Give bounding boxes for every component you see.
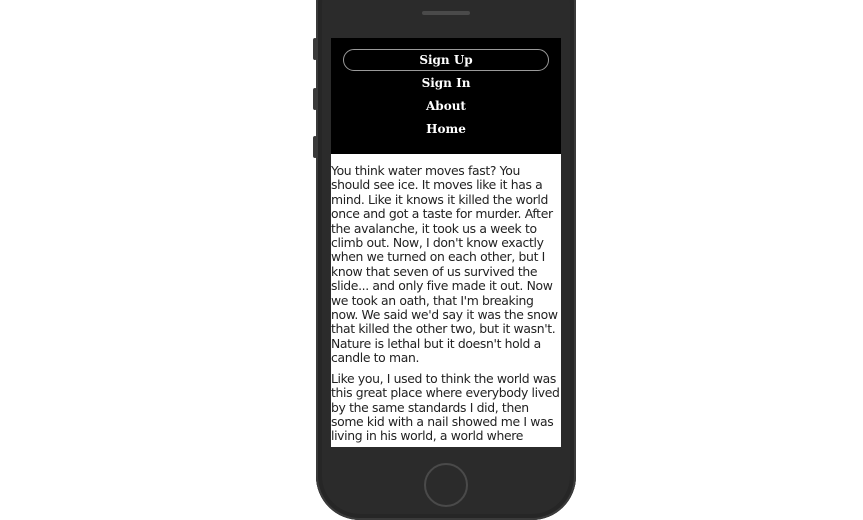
phone-volume-up-button [313, 88, 317, 110]
phone-screen: Sign Up Sign In About Home You think wat… [331, 38, 561, 447]
phone-volume-down-button [313, 136, 317, 158]
phone-home-button [424, 463, 468, 507]
nav-sign-in[interactable]: Sign In [343, 72, 549, 94]
paragraph: Like you, I used to think the world was … [331, 370, 560, 444]
nav-sign-up[interactable]: Sign Up [343, 49, 549, 71]
nav-about[interactable]: About [343, 95, 549, 117]
nav-menu: Sign Up Sign In About Home [331, 38, 561, 154]
phone-speaker [422, 11, 470, 15]
phone-side-button [313, 38, 317, 60]
phone-mockup: Sign Up Sign In About Home You think wat… [313, 0, 576, 520]
article-body: You think water moves fast? You should s… [331, 163, 561, 447]
paragraph: You think water moves fast? You should s… [331, 163, 558, 366]
nav-home[interactable]: Home [343, 118, 549, 140]
